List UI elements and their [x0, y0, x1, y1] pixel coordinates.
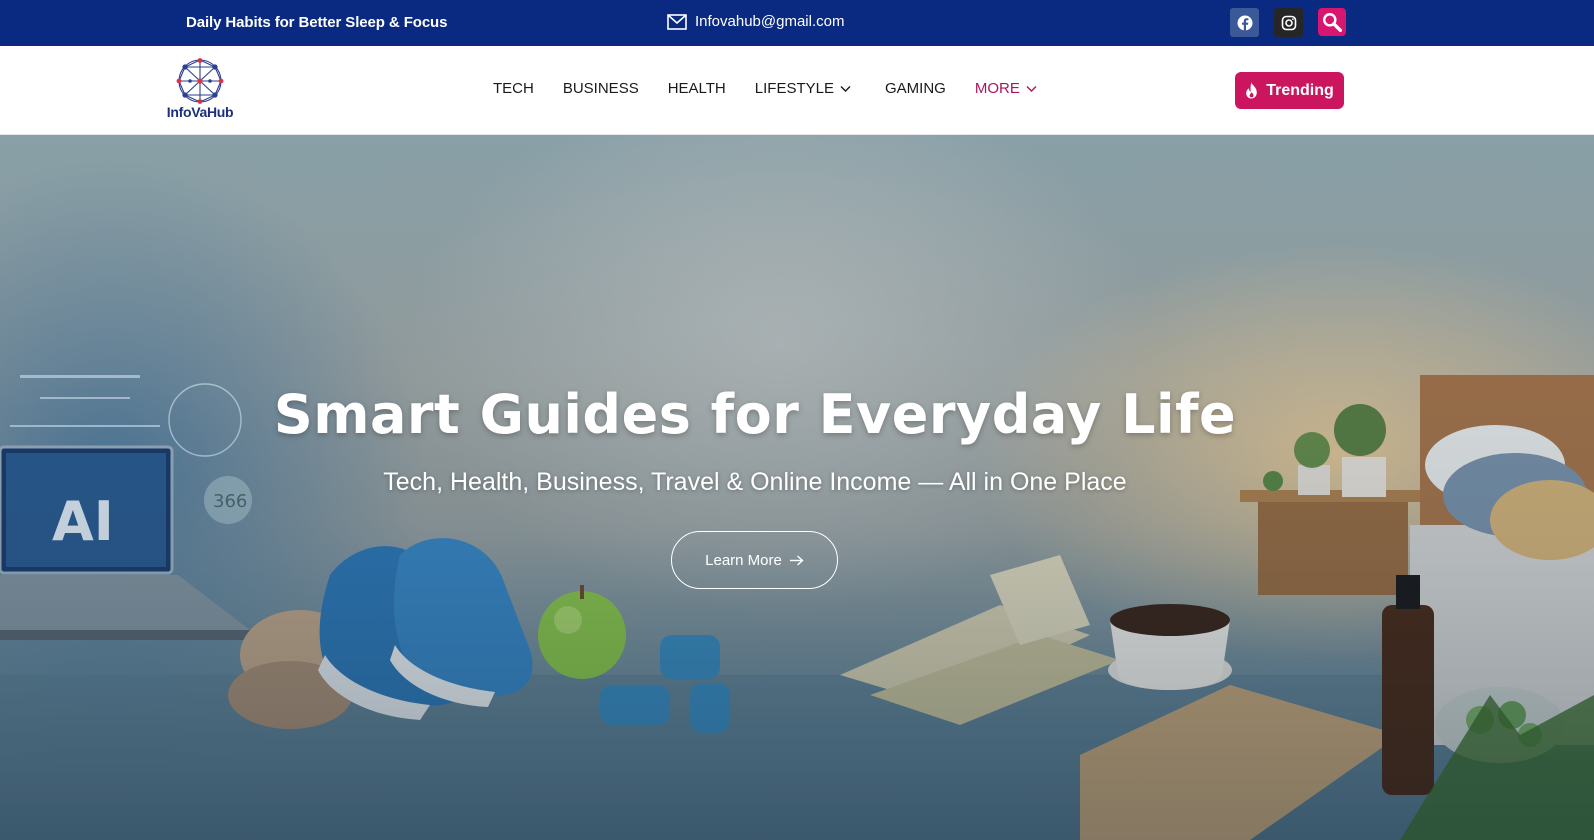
trending-label: Trending — [1266, 81, 1334, 99]
search-icon — [1323, 13, 1342, 32]
nav-item-tech[interactable]: TECH — [493, 80, 534, 97]
site-header: InfoVaHub TECH BUSINESS HEALTH LIFESTYLE… — [0, 46, 1594, 135]
contact-email[interactable]: Infovahub@gmail.com — [667, 13, 844, 30]
nav-item-label: MORE — [974, 80, 1020, 97]
nav-item-label: TECH — [493, 80, 534, 97]
chevron-down-icon — [840, 85, 851, 92]
network-globe-icon — [176, 58, 224, 104]
nav-item-more[interactable]: MORE — [975, 80, 1037, 97]
facebook-link[interactable] — [1230, 8, 1259, 37]
nav-item-business[interactable]: BUSINESS — [563, 80, 639, 97]
main-nav: TECH BUSINESS HEALTH LIFESTYLE GAMING MO… — [493, 80, 1037, 97]
site-logo[interactable]: InfoVaHub — [164, 58, 236, 124]
logo-text: InfoVaHub — [166, 104, 234, 120]
trending-button[interactable]: Trending — [1235, 72, 1344, 109]
instagram-icon — [1281, 15, 1296, 30]
chevron-down-icon — [1026, 85, 1037, 92]
contact-email-text: Infovahub@gmail.com — [695, 13, 845, 30]
flame-icon — [1246, 82, 1258, 99]
nav-item-health[interactable]: HEALTH — [668, 80, 726, 97]
nav-item-lifestyle[interactable]: LIFESTYLE — [755, 80, 851, 97]
nav-item-label: LIFESTYLE — [754, 80, 834, 97]
arrow-right-icon — [789, 554, 804, 566]
top-bar: Daily Habits for Better Sleep & Focus In… — [0, 0, 1594, 46]
hero-title: Smart Guides for Everyday Life — [273, 383, 1237, 446]
top-bar-tagline[interactable]: Daily Habits for Better Sleep & Focus — [186, 14, 447, 31]
nav-item-label: GAMING — [884, 80, 946, 97]
learn-more-label: Learn More — [705, 551, 782, 569]
search-button[interactable] — [1318, 8, 1346, 36]
nav-item-label: HEALTH — [667, 80, 726, 97]
nav-item-label: BUSINESS — [562, 80, 639, 97]
nav-item-gaming[interactable]: GAMING — [885, 80, 946, 97]
hero-banner: 366 AI — [0, 135, 1594, 840]
learn-more-button[interactable]: Learn More — [671, 531, 838, 589]
instagram-link[interactable] — [1274, 8, 1303, 37]
mail-icon — [667, 13, 687, 30]
hero-subtitle: Tech, Health, Business, Travel & Online … — [383, 468, 1127, 496]
facebook-icon — [1237, 15, 1252, 31]
